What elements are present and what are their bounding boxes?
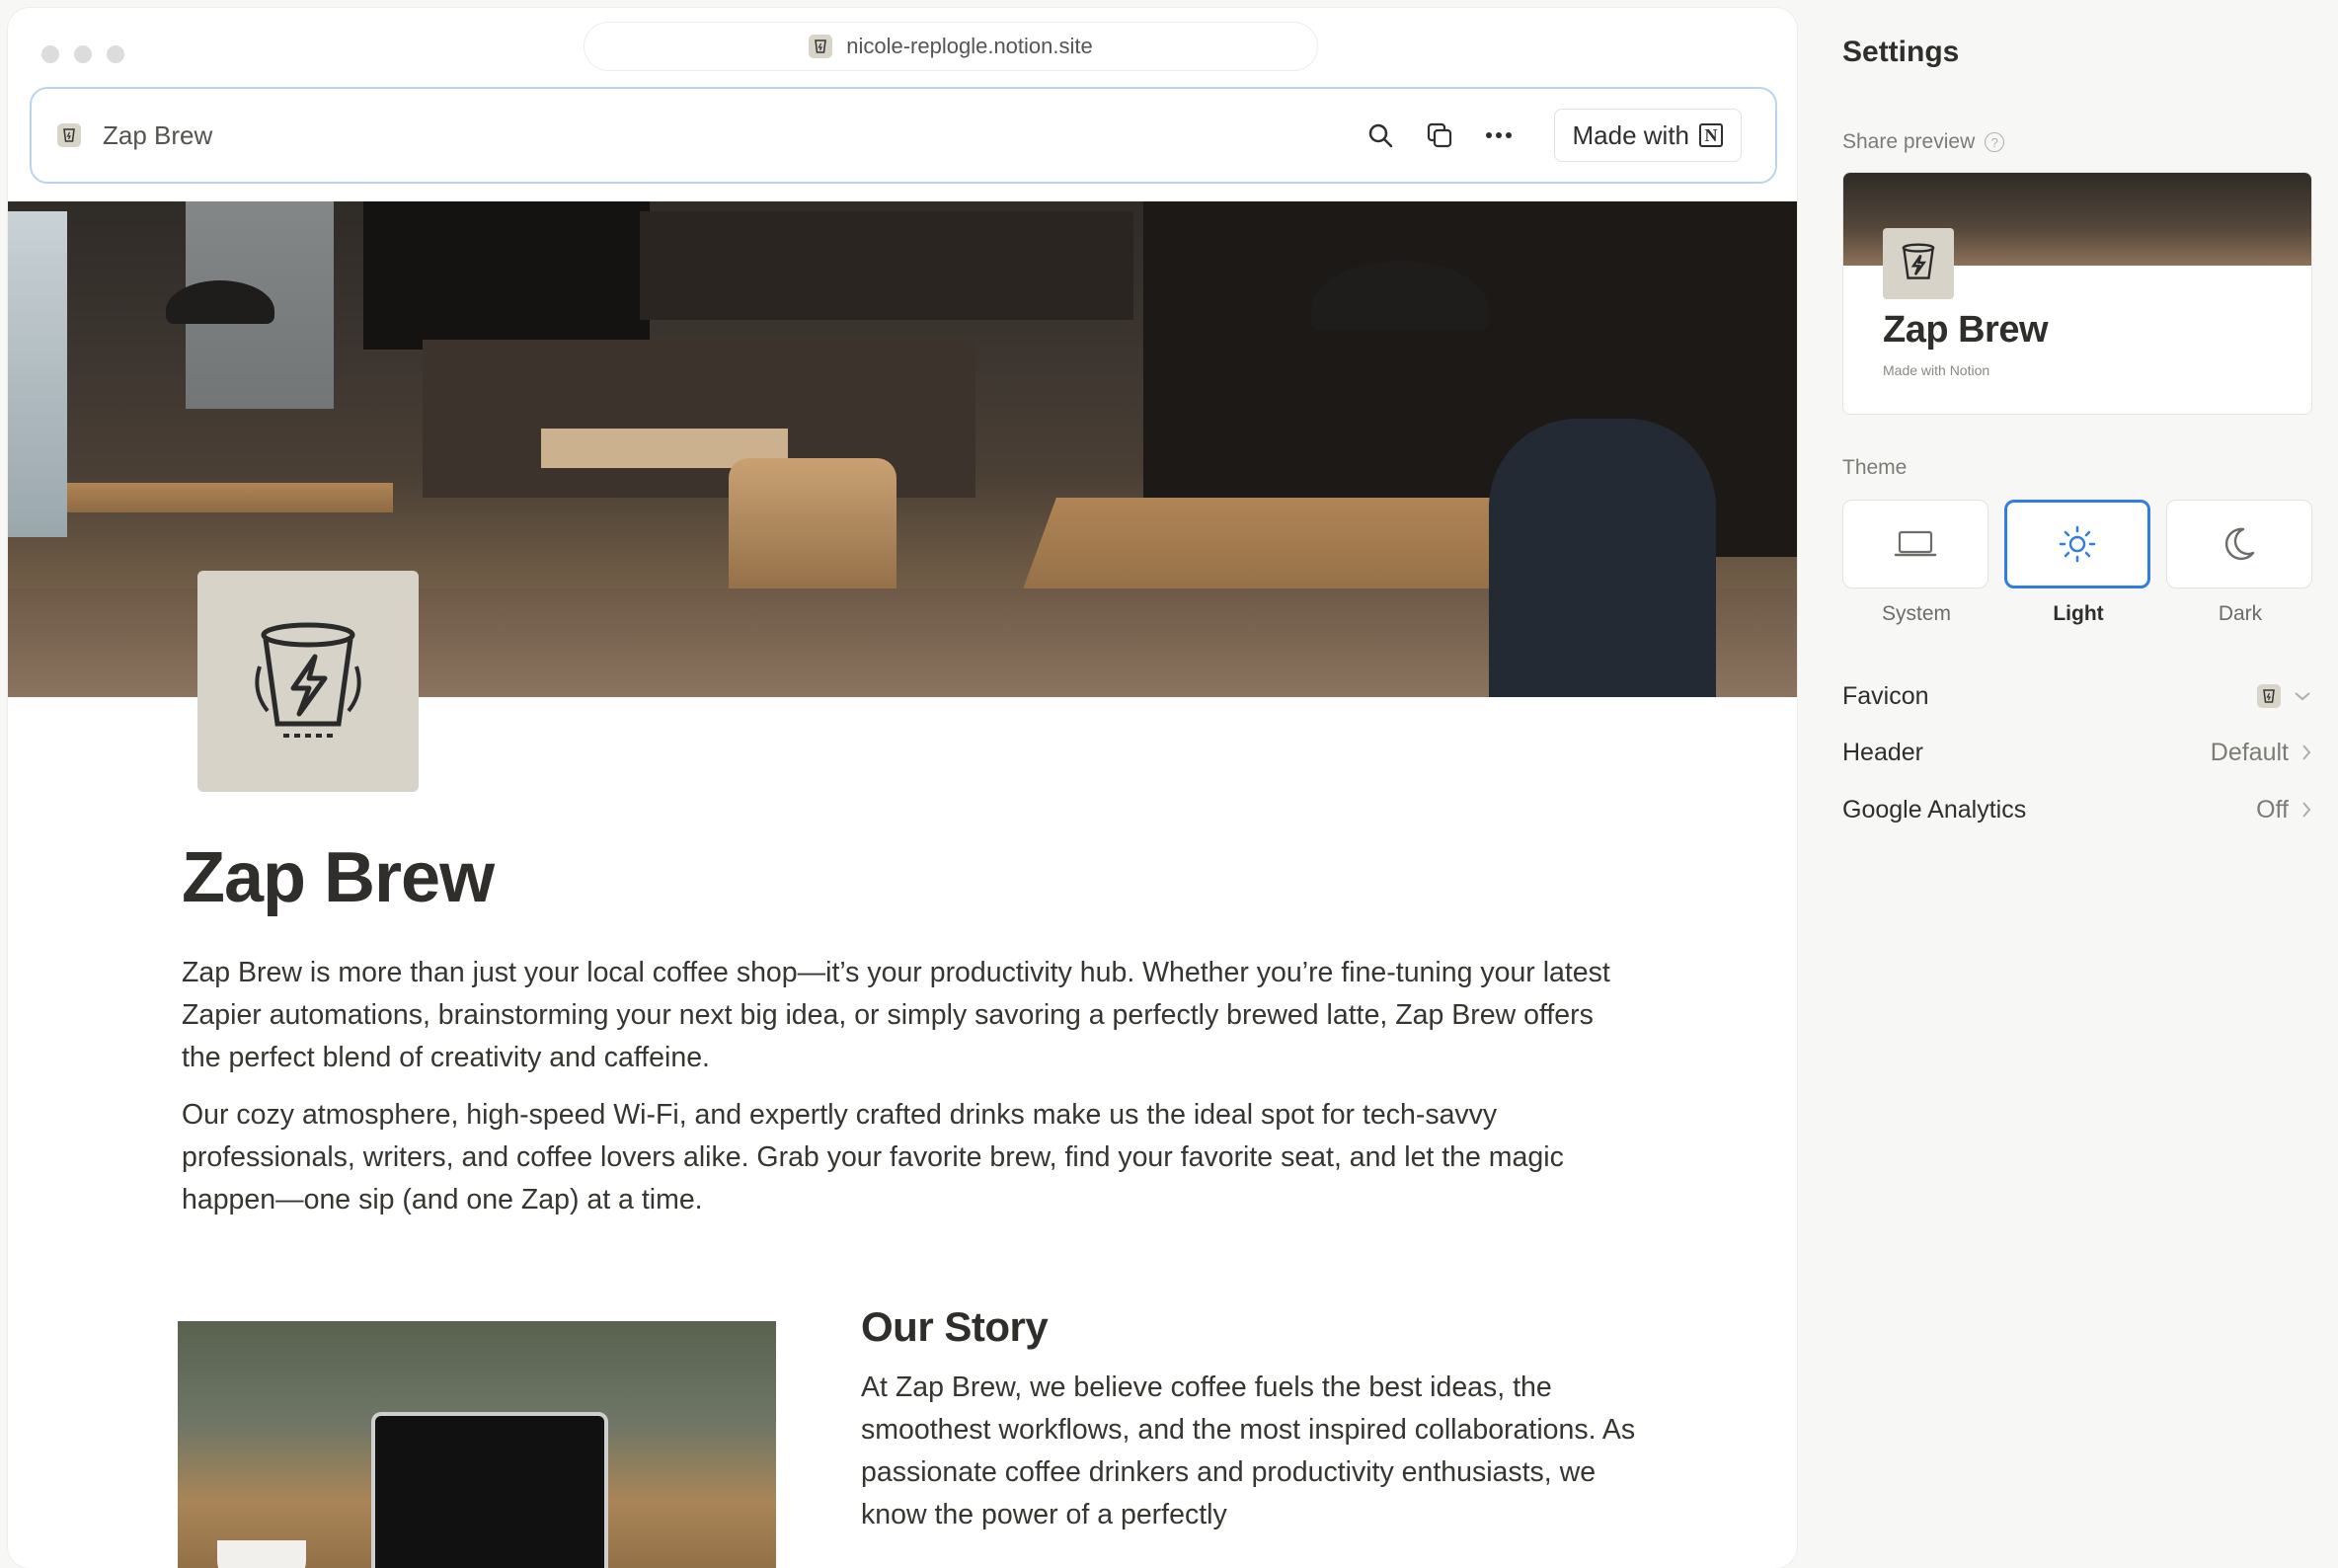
settings-panel: Settings Share preview ? Zap Brew Made w…: [1797, 0, 2338, 1546]
theme-option-dark[interactable]: Dark: [2166, 500, 2314, 626]
google-analytics-value: Off: [2256, 795, 2289, 823]
browser-window: nicole-replogle.notion.site Zap Brew Mad…: [8, 8, 1797, 1568]
maximize-window-button[interactable]: [107, 45, 124, 63]
theme-option-label: Light: [2053, 602, 2104, 625]
page-title: Zap Brew: [182, 838, 495, 917]
made-with-notion-button[interactable]: Made with N: [1553, 109, 1742, 162]
favicon-preview-icon: [2257, 684, 2281, 708]
intro-paragraph: Zap Brew is more than just your local co…: [182, 957, 1610, 1073]
window-controls: [41, 45, 124, 63]
favicon-label: Favicon: [1842, 681, 1929, 710]
share-preview-label: Share preview ?: [1842, 130, 2005, 154]
theme-label-text: Theme: [1842, 456, 1908, 479]
theme-label: Theme: [1842, 456, 1907, 480]
notion-logo-icon: N: [1699, 123, 1723, 147]
search-icon[interactable]: [1364, 119, 1396, 151]
share-preview-icon: [1883, 228, 1954, 299]
cafe-laptop-photo: [178, 1321, 776, 1568]
moon-icon: [2224, 527, 2255, 561]
share-preview-label-text: Share preview: [1842, 130, 1976, 153]
page-icon: [197, 571, 419, 792]
theme-option-label: System: [1881, 602, 1951, 625]
share-preview-card: Zap Brew Made with Notion: [1842, 172, 2312, 415]
chevron-right-icon: [2302, 802, 2311, 818]
site-favicon-icon: [809, 35, 833, 58]
site-title-link[interactable]: Zap Brew: [57, 120, 212, 151]
minimize-window-button[interactable]: [74, 45, 92, 63]
page-content: Zap Brew Zap Brew is more than just your…: [182, 837, 1633, 1236]
laptop-icon: [1894, 530, 1937, 557]
favicon-setting[interactable]: Favicon: [1842, 676, 2312, 716]
settings-title: Settings: [1842, 36, 1960, 68]
site-header: Zap Brew Made with N: [30, 87, 1777, 184]
header-setting[interactable]: Header Default: [1842, 733, 2312, 772]
theme-selector: System Light Dark: [1842, 500, 2314, 626]
share-preview-subtitle: Made with Notion: [1883, 362, 1990, 378]
chevron-down-icon: [2295, 692, 2310, 701]
theme-option-light[interactable]: Light: [2004, 500, 2152, 626]
close-window-button[interactable]: [41, 45, 59, 63]
theme-option-system[interactable]: System: [1842, 500, 1990, 626]
atmosphere-paragraph: Our cozy atmosphere, high-speed Wi-Fi, a…: [182, 1099, 1564, 1215]
help-icon[interactable]: ?: [1985, 132, 2005, 152]
duplicate-icon[interactable]: [1424, 119, 1455, 151]
more-options-icon[interactable]: [1483, 119, 1515, 151]
lightning-cup-icon: [255, 622, 361, 738]
google-analytics-label: Google Analytics: [1842, 795, 2027, 823]
chevron-right-icon: [2302, 745, 2311, 760]
header-label: Header: [1842, 738, 1923, 766]
our-story-heading: Our Story: [861, 1303, 1049, 1350]
our-story-text: At Zap Brew, we believe coffee fuels the…: [861, 1372, 1636, 1530]
url-text: nicole-replogle.notion.site: [846, 34, 1093, 58]
sun-icon: [2059, 525, 2096, 563]
theme-option-label: Dark: [2218, 602, 2263, 625]
header-value: Default: [2210, 738, 2289, 766]
made-with-label: Made with: [1572, 119, 1690, 150]
share-preview-title: Zap Brew: [1883, 309, 2049, 351]
site-favicon-icon: [57, 123, 81, 147]
address-bar[interactable]: nicole-replogle.notion.site: [584, 22, 1318, 71]
site-title-text: Zap Brew: [103, 119, 213, 150]
google-analytics-setting[interactable]: Google Analytics Off: [1842, 790, 2312, 829]
our-story-section: Our Story At Zap Brew, we believe coffee…: [178, 1303, 1639, 1568]
